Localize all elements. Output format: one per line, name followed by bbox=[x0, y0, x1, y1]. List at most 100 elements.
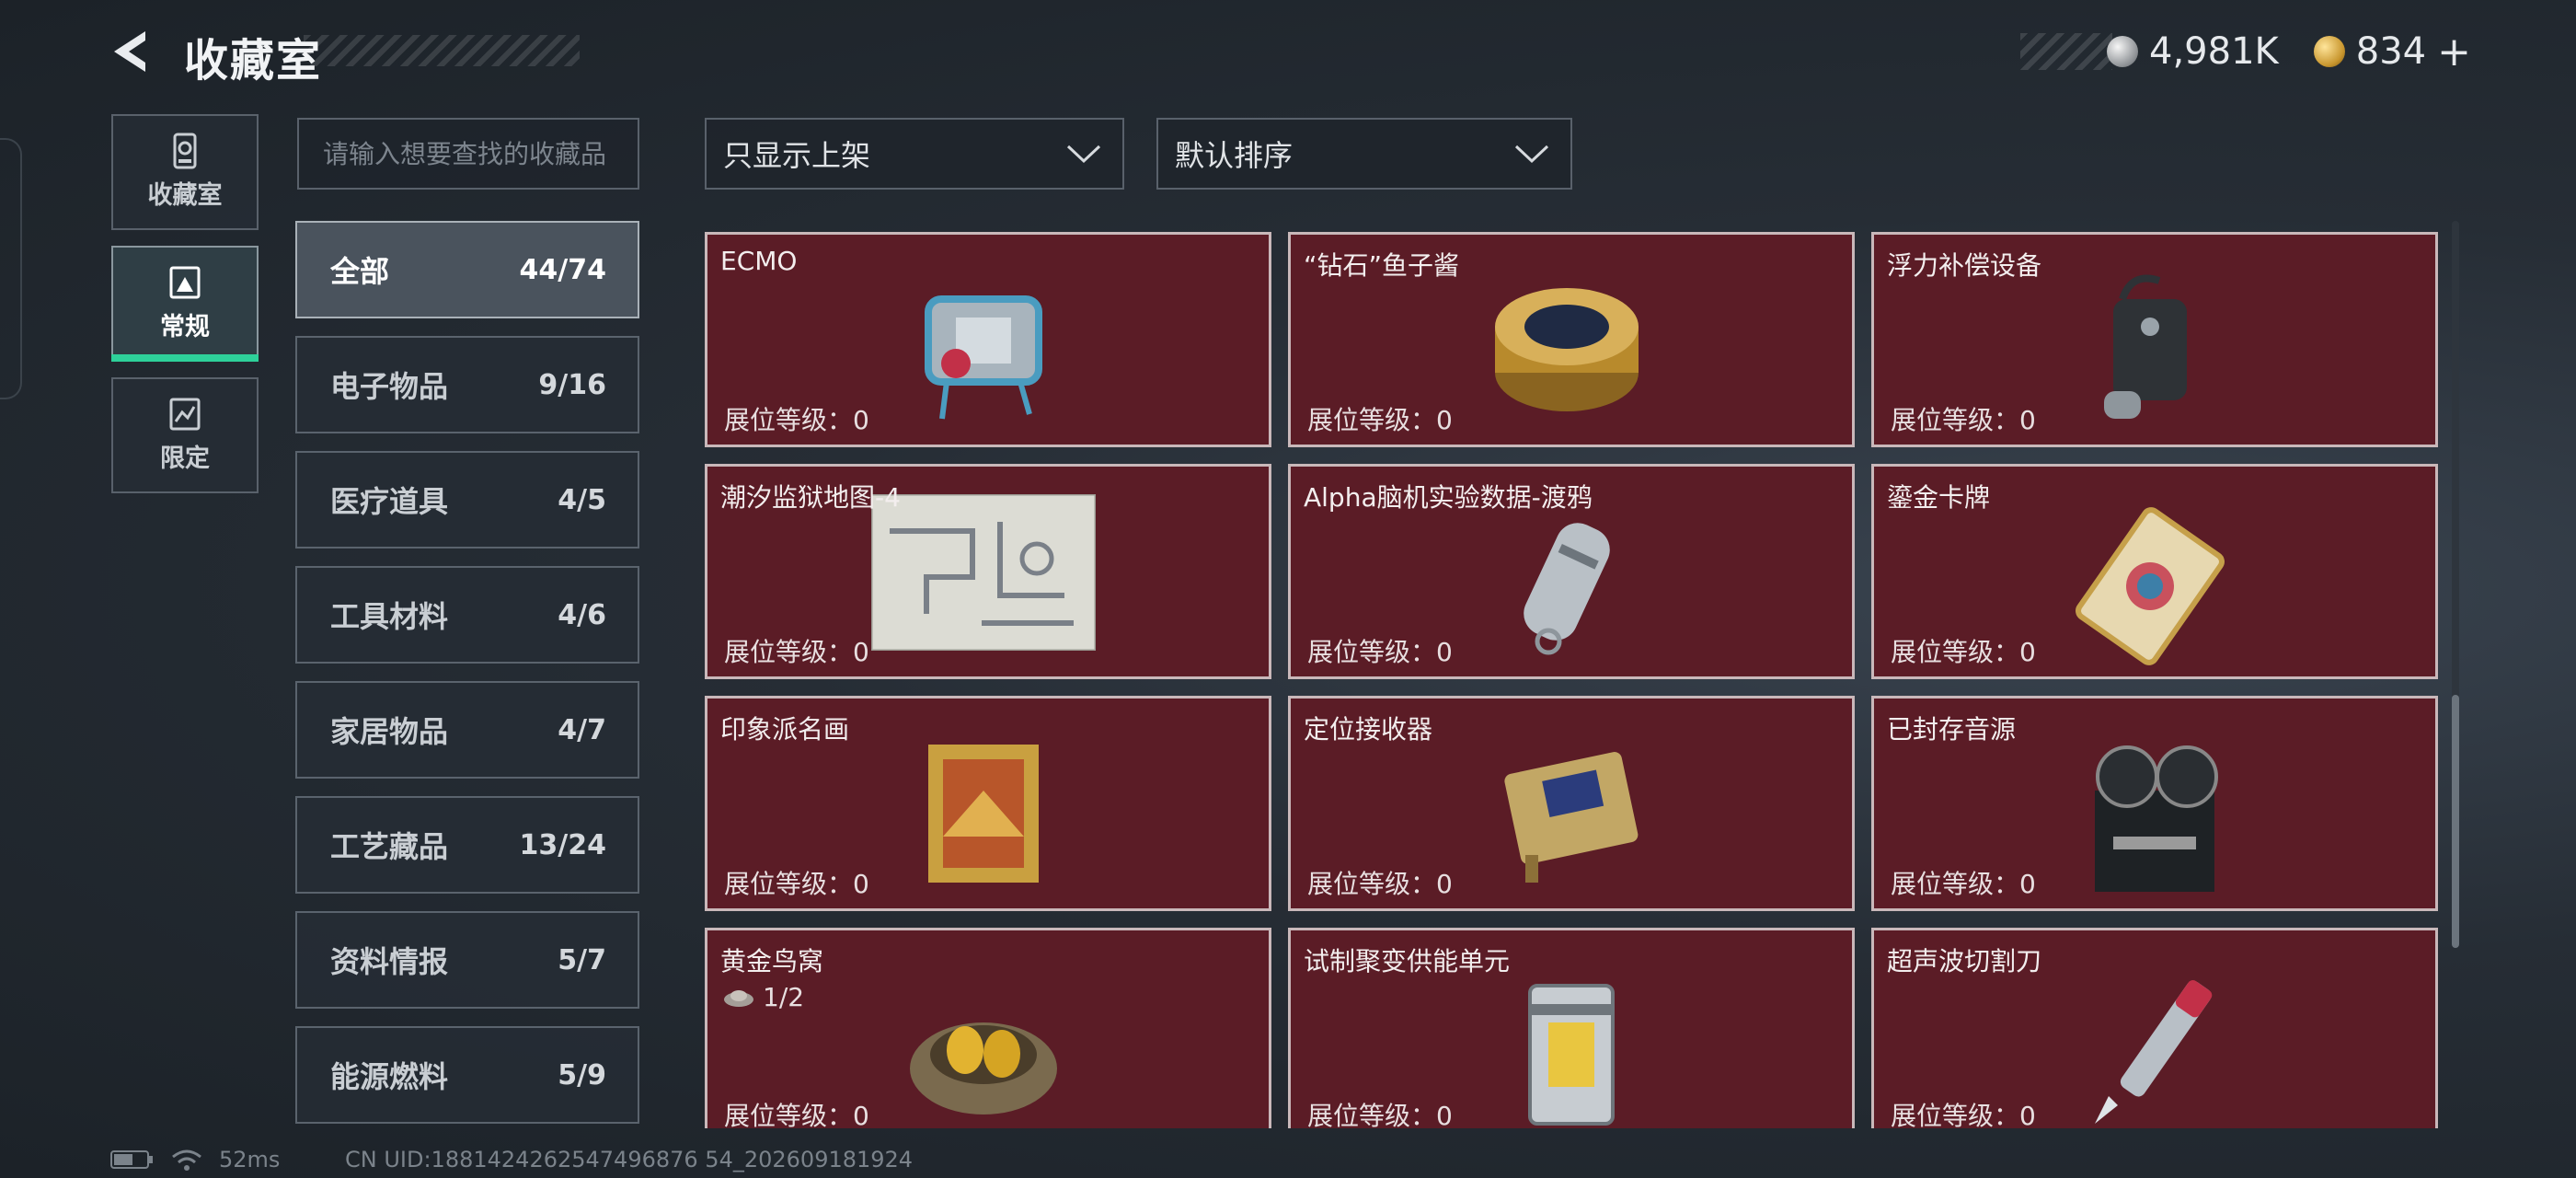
category-all[interactable]: 全部 44/74 bbox=[295, 221, 639, 318]
category-count: 44/74 bbox=[519, 253, 606, 286]
item-name: Alpha脑机实验数据-渡鸦 bbox=[1304, 482, 1593, 513]
category-name: 工具材料 bbox=[330, 599, 449, 634]
reel-recorder-icon bbox=[2095, 745, 2218, 892]
category-count: 4/5 bbox=[558, 483, 606, 516]
sort-dropdown[interactable]: 默认排序 bbox=[1156, 118, 1572, 190]
nest-small-icon bbox=[724, 989, 753, 1007]
data-capsule-icon bbox=[1524, 523, 1610, 655]
booth-level: 展位等级：0 bbox=[724, 869, 869, 899]
gold-coin-icon bbox=[2313, 36, 2345, 67]
category-count: 5/7 bbox=[558, 943, 606, 976]
currency-bar: 4,981K 834 + bbox=[2107, 28, 2471, 75]
booth-level: 展位等级：0 bbox=[1307, 1101, 1453, 1128]
silver-amount: 4,981K bbox=[2149, 30, 2279, 73]
item-card[interactable]: 鎏金卡牌 展位等级：0 bbox=[1871, 464, 2438, 679]
silver-coin-icon bbox=[2107, 36, 2138, 67]
booth-level: 展位等级：0 bbox=[1891, 405, 2036, 435]
category-name: 全部 bbox=[330, 254, 390, 289]
back-arrow-icon[interactable] bbox=[109, 28, 156, 75]
booth-level: 展位等级：0 bbox=[1891, 637, 2036, 667]
item-card[interactable]: Alpha脑机实验数据-渡鸦 展位等级：0 bbox=[1288, 464, 1855, 679]
scrollbar-thumb[interactable] bbox=[2452, 695, 2459, 948]
fusion-cell-icon bbox=[1528, 984, 1615, 1126]
page-title: 收藏室 bbox=[184, 35, 323, 87]
booth-level: 展位等级：0 bbox=[1307, 869, 1453, 899]
nav-label: 限定 bbox=[160, 445, 210, 473]
item-name: 黄金鸟窝 bbox=[720, 946, 824, 976]
gold-amount: 834 bbox=[2355, 30, 2427, 73]
limited-icon bbox=[169, 398, 201, 431]
currency-decoration bbox=[2020, 33, 2112, 70]
category-name: 家居物品 bbox=[330, 714, 449, 749]
item-name: 超声波切割刀 bbox=[1887, 946, 2042, 976]
chevron-down-icon bbox=[1514, 144, 1549, 164]
item-card[interactable]: 印象派名画 展位等级：0 bbox=[705, 696, 1271, 911]
active-indicator bbox=[111, 354, 259, 362]
battery-icon bbox=[110, 1150, 153, 1169]
booth-level: 展位等级：0 bbox=[724, 1101, 869, 1128]
item-card[interactable]: 定位接收器 展位等级：0 bbox=[1288, 696, 1855, 911]
category-crafts[interactable]: 工艺藏品 13/24 bbox=[295, 796, 639, 894]
item-name: 印象派名画 bbox=[720, 714, 850, 745]
category-name: 电子物品 bbox=[330, 369, 449, 404]
item-name: 定位接收器 bbox=[1304, 714, 1433, 745]
user-uid: CN UID:1881424262547496876 54_2026091819… bbox=[345, 1147, 914, 1172]
item-card[interactable]: 超声波切割刀 展位等级：0 bbox=[1871, 928, 2438, 1128]
regular-icon bbox=[169, 266, 201, 299]
listing-filter-value: 只显示上架 bbox=[723, 138, 871, 173]
ecmo-machine-icon bbox=[925, 295, 1042, 420]
item-name: “钻石”鱼子酱 bbox=[1304, 250, 1460, 281]
add-currency-button[interactable]: + bbox=[2437, 29, 2471, 75]
chevron-down-icon bbox=[1066, 144, 1101, 164]
golden-nest-icon bbox=[910, 1022, 1057, 1114]
item-card[interactable]: 已封存音源 展位等级：0 bbox=[1871, 696, 2438, 911]
search-input[interactable] bbox=[297, 118, 639, 190]
category-name: 医疗道具 bbox=[330, 484, 449, 519]
category-electronics[interactable]: 电子物品 9/16 bbox=[295, 336, 639, 433]
item-name: 鎏金卡牌 bbox=[1887, 482, 1991, 513]
item-card[interactable]: 黄金鸟窝 1/2 展位等级：0 bbox=[705, 928, 1271, 1128]
category-intel[interactable]: 资料情报 5/7 bbox=[295, 911, 639, 1009]
item-progress-value: 1/2 bbox=[763, 982, 805, 1012]
category-count: 5/9 bbox=[558, 1058, 606, 1091]
category-household[interactable]: 家居物品 4/7 bbox=[295, 681, 639, 779]
category-count: 4/6 bbox=[558, 598, 606, 631]
item-progress: 1/2 bbox=[722, 982, 804, 1012]
locator-receiver-icon bbox=[1504, 752, 1639, 883]
category-tools[interactable]: 工具材料 4/6 bbox=[295, 566, 639, 664]
title-decoration bbox=[304, 35, 580, 66]
item-grid: ECMO 展位等级：0 “钻石”鱼子酱 展位等级：0 浮力补偿设备 展位等级：0 bbox=[705, 232, 2438, 1128]
nav-collection-room[interactable]: 收藏室 bbox=[111, 114, 259, 230]
category-medical[interactable]: 医疗道具 4/5 bbox=[295, 451, 639, 549]
item-card[interactable]: 潮汐监狱地图-4 展位等级：0 bbox=[705, 464, 1271, 679]
sort-value: 默认排序 bbox=[1175, 138, 1294, 173]
item-card[interactable]: 浮力补偿设备 展位等级：0 bbox=[1871, 232, 2438, 447]
item-card[interactable]: “钻石”鱼子酱 展位等级：0 bbox=[1288, 232, 1855, 447]
buoyancy-device-icon bbox=[2104, 274, 2187, 419]
booth-level: 展位等级：0 bbox=[724, 405, 869, 435]
nav-label: 常规 bbox=[160, 313, 210, 341]
category-name: 资料情报 bbox=[330, 944, 449, 979]
category-energy[interactable]: 能源燃料 5/9 bbox=[295, 1026, 639, 1124]
listing-filter-dropdown[interactable]: 只显示上架 bbox=[705, 118, 1124, 190]
item-card[interactable]: ECMO 展位等级：0 bbox=[705, 232, 1271, 447]
booth-level: 展位等级：0 bbox=[1307, 405, 1453, 435]
category-count: 4/7 bbox=[558, 713, 606, 746]
booth-level: 展位等级：0 bbox=[1891, 1101, 2036, 1128]
nav-limited[interactable]: 限定 bbox=[111, 377, 259, 493]
screen-edge-tab bbox=[0, 138, 22, 399]
gilded-card-icon bbox=[2076, 507, 2225, 665]
item-name: ECMO bbox=[720, 246, 798, 276]
item-name: 浮力补偿设备 bbox=[1887, 250, 2042, 281]
item-name: 试制聚变供能单元 bbox=[1304, 946, 1511, 976]
nav-regular[interactable]: 常规 bbox=[111, 246, 259, 362]
framed-painting-icon bbox=[928, 745, 1039, 883]
category-count: 9/16 bbox=[538, 368, 606, 401]
booth-level: 展位等级：0 bbox=[1891, 869, 2036, 899]
collection-room-icon bbox=[173, 133, 197, 169]
wifi-icon bbox=[172, 1149, 201, 1171]
item-card[interactable]: 试制聚变供能单元 展位等级：0 bbox=[1288, 928, 1855, 1128]
caviar-tin-icon bbox=[1495, 288, 1639, 411]
nav-label: 收藏室 bbox=[147, 181, 223, 210]
booth-level: 展位等级：0 bbox=[724, 637, 869, 667]
